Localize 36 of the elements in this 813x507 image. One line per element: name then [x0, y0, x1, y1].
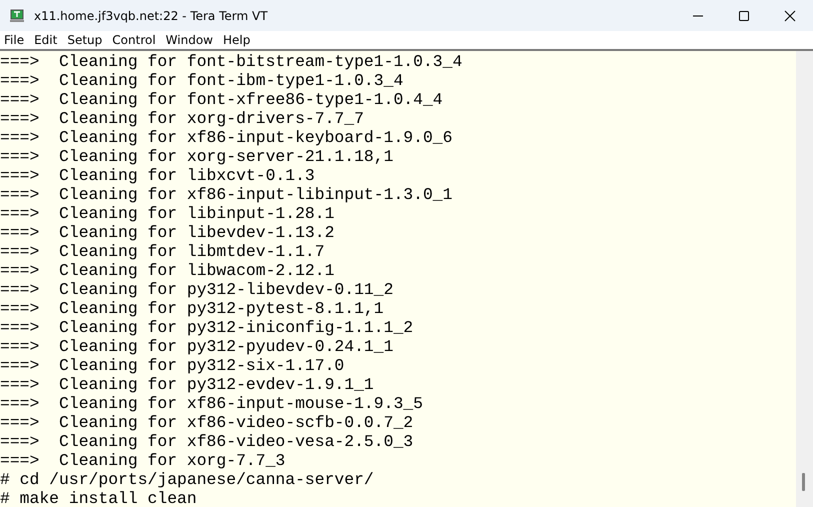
menu-item[interactable]: Setup	[64, 33, 110, 47]
terminal-line: ===> Cleaning for libevdev-1.13.2	[0, 223, 336, 242]
menu-item[interactable]: Control	[109, 33, 163, 47]
terminal-line: # cd /usr/ports/japanese/canna-server/	[0, 470, 375, 489]
terminal-line: ===> Cleaning for libwacom-2.12.1	[0, 261, 336, 280]
terminal-line: ===> Cleaning for xf86-input-libinput-1.3.0_1	[0, 185, 454, 204]
menu-item[interactable]: Edit	[31, 33, 64, 47]
scrollbar[interactable]	[796, 51, 813, 507]
terminal-line: ===> Cleaning for libxcvt-0.1.3	[0, 166, 316, 185]
maximize-icon	[738, 10, 750, 22]
terminal-line: ===> Cleaning for py312-iniconfig-1.1.1_2	[0, 318, 414, 337]
terminal-line: ===> Cleaning for py312-pyudev-0.24.1_1	[0, 337, 394, 356]
menu-item[interactable]: Help	[220, 33, 258, 47]
scrollbar-thumb[interactable]	[802, 473, 805, 491]
terminal-line: ===> Cleaning for xorg-server-21.1.18,1	[0, 147, 394, 166]
terminal-line: ===> Cleaning for xorg-7.7_3	[0, 451, 286, 470]
terminal-line: ===> Cleaning for py312-pytest-8.1.1,1	[0, 299, 385, 318]
terminal-line: ===> Cleaning for py312-evdev-1.9.1_1	[0, 375, 375, 394]
app-icon	[10, 8, 24, 22]
terminal-line: ===> Cleaning for xf86-video-vesa-2.5.0_3	[0, 432, 414, 451]
terminal-line: ===> Cleaning for xf86-input-mouse-1.9.3_5	[0, 394, 424, 413]
close-icon	[784, 10, 796, 22]
menu-item[interactable]: File	[1, 33, 32, 47]
terminal-line: ===> Cleaning for libinput-1.28.1	[0, 204, 336, 223]
terminal-line: ===> Cleaning for xorg-drivers-7.7_7	[0, 109, 365, 128]
terminal-line: ===> Cleaning for py312-six-1.17.0	[0, 356, 346, 375]
terminal-line: # make install clean	[0, 489, 198, 507]
menu-item[interactable]: Window	[162, 33, 220, 47]
terminal-line: ===> Cleaning for font-bitstream-type1-1.0.3_4	[0, 52, 464, 71]
window-title: x11.home.jf3vqb.net:22 - Tera Term VT	[34, 8, 268, 22]
terminal-line: ===> Cleaning for font-ibm-type1-1.0.3_4	[0, 71, 404, 90]
terminal-line: ===> Cleaning for font-xfree86-type1-1.0.4_4	[0, 90, 444, 109]
terminal-line: ===> Cleaning for libmtdev-1.1.7	[0, 242, 326, 261]
terminal-line: ===> Cleaning for py312-libevdev-0.11_2	[0, 280, 394, 299]
terminal-line: ===> Cleaning for xf86-input-keyboard-1.9.0_6	[0, 128, 454, 147]
terminal-line: ===> Cleaning for xf86-video-scfb-0.0.7_2	[0, 413, 414, 432]
